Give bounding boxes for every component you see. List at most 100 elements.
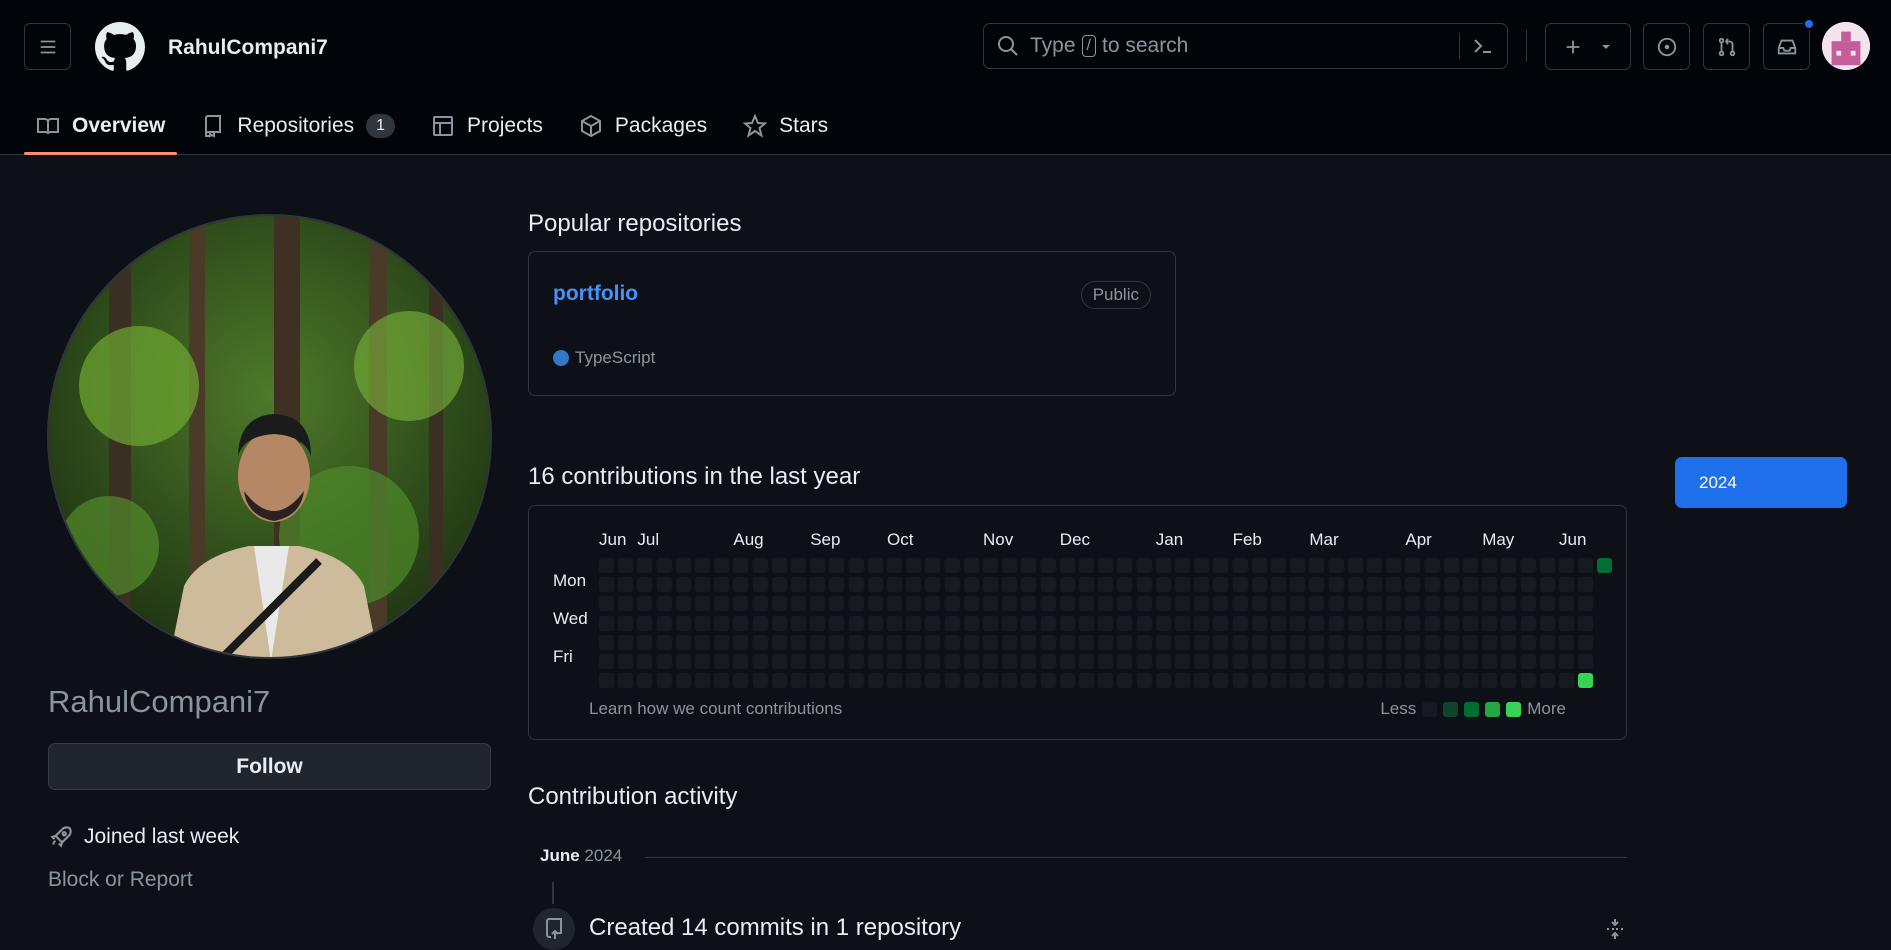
contribution-cell[interactable] (809, 576, 827, 594)
contribution-cell[interactable] (1327, 557, 1345, 574)
contribution-cell[interactable] (1289, 633, 1307, 651)
pull-requests-button[interactable] (1703, 23, 1750, 70)
contribution-cell[interactable] (1385, 653, 1403, 670)
contribution-cell[interactable] (962, 557, 980, 574)
contribution-cell[interactable] (1174, 653, 1191, 670)
contribution-cell[interactable] (1058, 614, 1076, 632)
contribution-cell[interactable] (1116, 633, 1134, 651)
contribution-cell[interactable] (674, 557, 692, 574)
contribution-cell[interactable] (636, 595, 654, 613)
contribution-cell[interactable] (1078, 595, 1095, 613)
contribution-cell[interactable] (617, 614, 635, 632)
contribution-cell[interactable] (713, 595, 731, 613)
contribution-cell[interactable] (982, 633, 999, 651)
contribution-cell[interactable] (1135, 576, 1153, 594)
contribution-cell[interactable] (1346, 653, 1364, 670)
contribution-cell[interactable] (1538, 557, 1556, 574)
contribution-cell[interactable] (636, 614, 654, 632)
contribution-cell[interactable] (1097, 672, 1115, 690)
contribution-cell[interactable] (617, 633, 635, 651)
contribution-cell[interactable] (1193, 595, 1211, 613)
contribution-cell[interactable] (905, 614, 923, 632)
contribution-cell[interactable] (1250, 653, 1268, 670)
contribution-cell[interactable] (1193, 576, 1211, 594)
contribution-cell[interactable] (866, 576, 884, 594)
contribution-cell[interactable] (1001, 633, 1019, 651)
contribution-cell[interactable] (905, 595, 923, 613)
contribution-cell[interactable] (751, 653, 769, 670)
contribution-cell[interactable] (694, 557, 711, 574)
contribution-cell[interactable] (1462, 576, 1479, 594)
contribution-cell[interactable] (1385, 576, 1403, 594)
contribution-cell[interactable] (943, 614, 961, 632)
contribution-cell[interactable] (1270, 576, 1287, 594)
contribution-cell[interactable] (905, 672, 923, 690)
contribution-cell[interactable] (828, 672, 846, 690)
contribution-cell[interactable] (1519, 576, 1537, 594)
contribution-cell[interactable] (1442, 595, 1460, 613)
contribution-cell[interactable] (1231, 633, 1249, 651)
contribution-cell[interactable] (1308, 633, 1326, 651)
contribution-cell[interactable] (924, 557, 942, 574)
contribution-cell[interactable] (1366, 576, 1383, 594)
contribution-cell[interactable] (1519, 672, 1537, 690)
contribution-cell[interactable] (713, 653, 731, 670)
contribution-cell[interactable] (1385, 672, 1403, 690)
contribution-cell[interactable] (1538, 653, 1556, 670)
contribution-cell[interactable] (1308, 557, 1326, 574)
contribution-cell[interactable] (790, 653, 807, 670)
contribution-cell[interactable] (655, 614, 673, 632)
contribution-cell[interactable] (1078, 557, 1095, 574)
contribution-cell[interactable] (1423, 614, 1441, 632)
contribution-cell[interactable] (1193, 614, 1211, 632)
contribution-cell[interactable] (866, 614, 884, 632)
contribution-cell[interactable] (962, 595, 980, 613)
contribution-cell[interactable] (1001, 595, 1019, 613)
contribution-cell[interactable] (1135, 633, 1153, 651)
contribution-cell[interactable] (1001, 614, 1019, 632)
contribution-cell[interactable] (1154, 633, 1172, 651)
contribution-cell[interactable] (1423, 672, 1441, 690)
contribution-cell[interactable] (1462, 557, 1479, 574)
contribution-cell[interactable] (1385, 614, 1403, 632)
github-logo[interactable] (95, 22, 145, 72)
contribution-cell[interactable] (1174, 576, 1191, 594)
contribution-cell[interactable] (770, 633, 788, 651)
contribution-cell[interactable] (809, 633, 827, 651)
contribution-cell[interactable] (617, 653, 635, 670)
contribution-cell[interactable] (1039, 633, 1057, 651)
contribution-cell[interactable] (847, 576, 865, 594)
contribution-cell[interactable] (943, 672, 961, 690)
contribution-cell[interactable] (770, 614, 788, 632)
contribution-cell[interactable] (1423, 633, 1441, 651)
contribution-cell[interactable] (1116, 557, 1134, 574)
contribution-cell[interactable] (1231, 614, 1249, 632)
contribution-cell[interactable] (1078, 614, 1095, 632)
contribution-cell[interactable] (866, 672, 884, 690)
contribution-cell[interactable] (1519, 557, 1537, 574)
contribution-cell[interactable] (1519, 633, 1537, 651)
contribution-cell[interactable] (1154, 672, 1172, 690)
contribution-cell[interactable] (828, 653, 846, 670)
contribution-cell[interactable] (713, 633, 731, 651)
contribution-cell[interactable] (1289, 576, 1307, 594)
contribution-cell[interactable] (1116, 614, 1134, 632)
contribution-cell[interactable] (828, 595, 846, 613)
contribution-cell[interactable] (1366, 614, 1383, 632)
contribution-cell[interactable] (655, 557, 673, 574)
contribution-cell[interactable] (1538, 614, 1556, 632)
contribution-cell[interactable] (617, 672, 635, 690)
contribution-cell[interactable] (1442, 576, 1460, 594)
contribution-cell[interactable] (1481, 576, 1499, 594)
contribution-cell[interactable] (1135, 557, 1153, 574)
contribution-cell[interactable] (1327, 653, 1345, 670)
contribution-cell[interactable] (828, 576, 846, 594)
contribution-cell[interactable] (617, 557, 635, 574)
contribution-cell[interactable] (1154, 595, 1172, 613)
command-palette-icon[interactable] (1471, 34, 1495, 58)
contribution-cell[interactable] (847, 633, 865, 651)
contribution-cell[interactable] (1039, 672, 1057, 690)
contribution-cell[interactable] (1404, 633, 1422, 651)
contribution-cell[interactable] (732, 653, 750, 670)
contribution-cell[interactable] (1078, 653, 1095, 670)
